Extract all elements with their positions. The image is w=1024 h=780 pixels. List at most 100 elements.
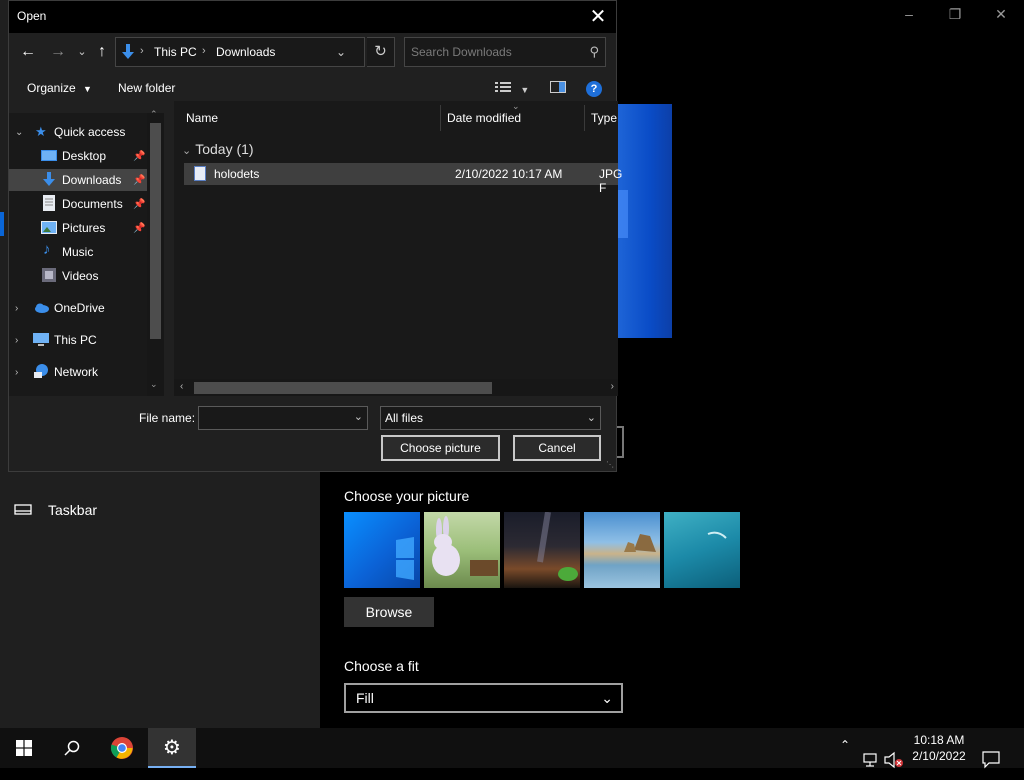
picture-thumb-night-sky[interactable] (504, 512, 580, 588)
chevron-down-icon[interactable]: ⌄ (15, 127, 23, 138)
volume-muted-icon[interactable] (884, 740, 904, 780)
show-hidden-icons-button[interactable]: ⌃ (840, 738, 850, 778)
organize-button[interactable]: Organize ▼ (27, 81, 92, 95)
help-icon[interactable]: ? (586, 81, 602, 97)
nav-item-desktop[interactable]: Desktop 📌 (9, 145, 147, 167)
group-header-label: Today (1) (195, 141, 254, 157)
pin-icon[interactable]: 📌 (133, 223, 145, 234)
nav-item-taskbar[interactable]: Taskbar (14, 502, 97, 518)
start-button[interactable] (0, 728, 48, 768)
nav-scrollbar[interactable]: ⌃ ⌄ (147, 109, 164, 396)
start-icon (16, 740, 32, 756)
file-row[interactable]: holodets 2/10/2022 10:17 AM JPG F (184, 163, 622, 195)
chevron-right-icon[interactable]: › (611, 381, 614, 392)
taskbar-settings-button[interactable]: ⚙ (148, 728, 196, 768)
picture-thumb-beach[interactable] (584, 512, 660, 588)
chevron-up-icon: ⌃ (840, 738, 851, 752)
taskbar-search-button[interactable] (48, 728, 96, 768)
nav-item-documents[interactable]: Documents 📌 (9, 193, 147, 215)
new-folder-button[interactable]: New folder (118, 81, 175, 95)
nav-item-label: Quick access (54, 125, 126, 139)
browse-button[interactable]: Browse (344, 597, 434, 627)
recent-locations-button[interactable]: ⌄ (71, 41, 93, 63)
picture-thumb-underwater[interactable] (664, 512, 740, 588)
back-button[interactable]: ← (17, 41, 39, 63)
nav-item-taskbar-label: Taskbar (48, 502, 98, 518)
list-view-icon (495, 82, 511, 92)
chevron-right-icon[interactable]: › (15, 335, 18, 346)
restore-button[interactable]: ❐ (932, 6, 978, 26)
pin-icon[interactable]: 📌 (133, 199, 145, 210)
up-button[interactable]: ↑ (91, 41, 113, 63)
picture-thumb-windows[interactable] (344, 512, 420, 588)
chevron-left-icon[interactable]: ‹ (180, 381, 183, 392)
resize-grip-icon[interactable]: ⋱ (606, 460, 614, 469)
choose-picture-button[interactable]: Choose picture (381, 435, 500, 461)
search-input[interactable] (411, 44, 576, 60)
chevron-up-icon[interactable]: ⌃ (150, 109, 158, 120)
chevron-down-icon[interactable]: ⌄ (354, 410, 363, 423)
nav-item-label: This PC (54, 333, 97, 347)
preview-pane-button[interactable] (550, 81, 566, 96)
pictures-icon (41, 221, 57, 234)
breadcrumb-this-pc[interactable]: This PC (154, 45, 197, 59)
address-dropdown-icon[interactable]: ⌄ (336, 45, 346, 59)
notification-center-icon[interactable] (982, 739, 1000, 779)
star-icon: ★ (35, 124, 47, 139)
videos-icon (42, 268, 56, 282)
nav-item-label: OneDrive (54, 301, 105, 315)
download-icon (43, 172, 55, 186)
file-type-filter[interactable]: All files ⌄ (380, 406, 601, 430)
nav-item-label: Documents (62, 197, 123, 211)
nav-scrollbar-thumb[interactable] (150, 123, 161, 339)
group-header-today[interactable]: ⌄ Today (1) (182, 141, 254, 157)
nav-item-downloads[interactable]: Downloads 📌 (9, 169, 147, 191)
pin-icon[interactable]: 📌 (133, 151, 145, 162)
breadcrumb-downloads[interactable]: Downloads (216, 45, 275, 59)
nav-item-music[interactable]: ♪ Music (9, 241, 147, 263)
arrow-right-icon: → (50, 43, 66, 60)
column-header-type[interactable]: Type (591, 111, 617, 125)
nav-item-onedrive[interactable]: › OneDrive (9, 297, 147, 319)
column-header-name[interactable]: Name (186, 111, 218, 125)
address-bar[interactable]: › This PC › Downloads ⌄ (115, 37, 365, 67)
settings-gear-icon: ⚙ (163, 736, 181, 759)
nav-item-videos[interactable]: Videos (9, 265, 147, 287)
minimize-button[interactable]: – (886, 6, 932, 26)
forward-button[interactable]: → (47, 41, 69, 63)
close-button[interactable]: ✕ (978, 6, 1024, 26)
hscrollbar-thumb[interactable] (194, 382, 492, 394)
nav-item-network[interactable]: › Network (9, 361, 147, 383)
chevron-down-icon: ⌄ (182, 145, 192, 157)
chevron-right-icon[interactable]: › (15, 303, 18, 314)
chevron-down-icon[interactable]: ⌄ (150, 379, 158, 390)
nav-item-quick-access[interactable]: ⌄ ★ Quick access (9, 121, 147, 143)
nav-item-pictures[interactable]: Pictures 📌 (9, 217, 147, 239)
taskbar-clock[interactable]: 10:18 AM 2/10/2022 (906, 732, 972, 764)
chevron-down-icon: ▼ (520, 85, 530, 95)
column-divider[interactable] (440, 105, 441, 131)
navigation-pane: ⌄ ★ Quick access Desktop 📌 Downloads 📌 D… (9, 109, 164, 396)
chevron-right-icon[interactable]: › (15, 367, 18, 378)
organize-label: Organize (27, 81, 76, 95)
search-box[interactable]: ⚲ (404, 37, 606, 67)
refresh-button[interactable]: ↻ (367, 37, 395, 67)
fit-dropdown[interactable]: Fill ⌄ (344, 683, 623, 713)
column-header-date-modified[interactable]: Date modified (447, 111, 521, 125)
view-options-button[interactable]: ▼ (495, 81, 529, 96)
pin-icon[interactable]: 📌 (133, 175, 145, 186)
nav-item-this-pc[interactable]: › This PC (9, 329, 147, 351)
dialog-titlebar[interactable]: Open ✕ (9, 1, 616, 33)
chrome-icon (110, 737, 133, 759)
network-status-icon[interactable] (862, 740, 880, 780)
picture-thumb-bunny[interactable] (424, 512, 500, 588)
file-list-hscrollbar[interactable]: ‹ › (174, 379, 618, 396)
taskbar-chrome-button[interactable] (98, 728, 146, 768)
cancel-button[interactable]: Cancel (513, 435, 601, 461)
download-icon (122, 44, 134, 59)
choose-fit-heading: Choose a fit (344, 658, 419, 674)
column-divider[interactable] (584, 105, 585, 131)
dialog-close-button[interactable]: ✕ (584, 3, 612, 31)
computer-icon (33, 333, 49, 346)
file-name-combobox[interactable]: ⌄ (198, 406, 368, 430)
